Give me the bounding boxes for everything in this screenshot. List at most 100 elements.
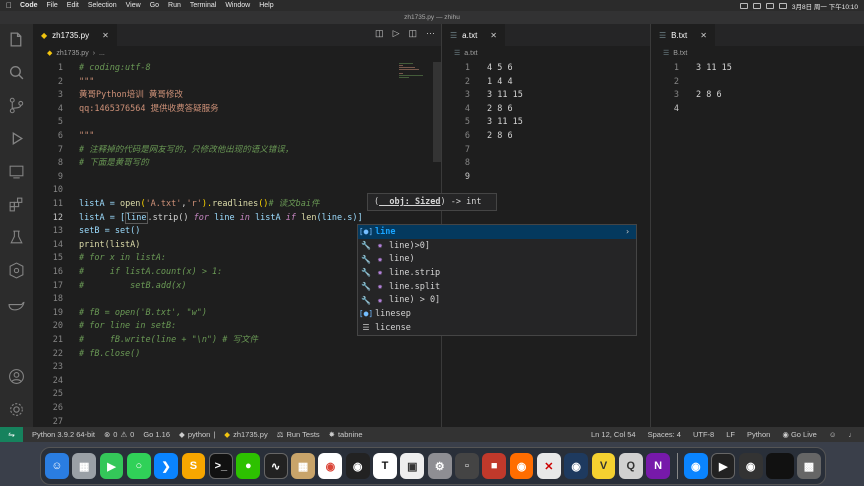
trash-icon[interactable]: ▩ [797, 453, 821, 479]
breadcrumb-file[interactable]: a.txt [464, 50, 477, 57]
video-player-icon[interactable]: ▶ [711, 453, 736, 479]
chrome-icon[interactable]: ◉ [318, 453, 343, 479]
explorer-icon[interactable] [8, 31, 25, 48]
suggestion-item[interactable]: 🔧 ✸ line)>0] [358, 239, 636, 253]
clock[interactable]: 3月8日 周一 下午10:10 [792, 1, 858, 11]
go-version[interactable]: Go 1.16 [143, 430, 170, 439]
vertical-scrollbar[interactable] [433, 62, 441, 162]
encoding[interactable]: UTF-8 [693, 430, 714, 439]
suggest-widget: [●] line › 🔧 ✸ line)>0] 🔧 ✸ line) 🔧 ✸ li… [357, 224, 637, 336]
safari-icon[interactable]: ◉ [683, 453, 708, 479]
suggestion-item[interactable]: [●] linesep [358, 307, 636, 321]
tab-zh1735-py[interactable]: ◆ zh1735.py ✕ [33, 24, 117, 46]
vscode-icon[interactable]: ❯ [154, 453, 179, 479]
onenote-icon[interactable]: N [646, 453, 671, 479]
dictionary-icon[interactable]: ■ [482, 453, 507, 479]
breadcrumb-symbol[interactable]: ... [99, 50, 105, 57]
preview-icon[interactable]: ▣ [400, 453, 425, 479]
extensions-icon[interactable] [8, 196, 25, 213]
suggestion-item[interactable]: 🔧 ✸ line.split [358, 280, 636, 294]
kubernetes-icon[interactable] [8, 262, 25, 279]
split-editor-icon[interactable]: ◫ [408, 28, 417, 39]
terminal-icon[interactable]: >_ [208, 453, 233, 479]
indentation[interactable]: Spaces: 4 [648, 430, 681, 439]
activity-monitor-icon[interactable]: ∿ [263, 453, 288, 479]
menu-run[interactable]: Run [168, 2, 181, 9]
suggestion-item[interactable]: 🔧 ✸ line.strip [358, 266, 636, 280]
run-debug-icon[interactable] [8, 130, 25, 147]
suggestion-item[interactable]: [●] line › [358, 225, 636, 239]
battery-icon[interactable] [778, 2, 787, 9]
crossover-icon[interactable]: ✕ [536, 453, 561, 479]
finder-icon[interactable]: ☺ [45, 453, 69, 479]
account-status-icon[interactable]: ☺ [829, 430, 837, 439]
suggestion-item[interactable]: 🔧 ✸ line) > 0] [358, 293, 636, 307]
qq-icon[interactable]: ◉ [345, 453, 370, 479]
network-radar-icon[interactable]: ◉ [564, 453, 589, 479]
menu-code[interactable]: Code [20, 2, 38, 9]
account-icon[interactable] [8, 368, 25, 385]
messages-icon[interactable]: ○ [126, 453, 151, 479]
app-icon[interactable]: ▫ [455, 453, 479, 479]
close-icon[interactable]: ✕ [700, 31, 707, 40]
firefox-icon[interactable]: ◉ [509, 453, 534, 479]
menu-selection[interactable]: Selection [88, 2, 117, 9]
remote-indicator-icon[interactable]: ⇋ [0, 427, 23, 442]
cursor-position[interactable]: Ln 12, Col 54 [591, 430, 636, 439]
menu-go[interactable]: Go [150, 2, 159, 9]
source-control-icon[interactable] [8, 97, 25, 114]
close-icon[interactable]: ✕ [102, 31, 109, 40]
system-preferences-icon[interactable]: ⚙ [427, 453, 452, 479]
menu-window[interactable]: Window [225, 2, 250, 9]
python-language-status[interactable]: ◆ python | [179, 430, 215, 439]
menu-terminal[interactable]: Terminal [190, 2, 216, 9]
editor-toolbar: ◫ ▷ ◫ ⋯ [375, 28, 435, 39]
vip-icon[interactable]: V [591, 453, 616, 479]
sublime-icon[interactable]: S [181, 453, 206, 479]
chevron-right-icon[interactable]: › [625, 227, 630, 236]
compare-icon[interactable]: ◫ [375, 28, 384, 39]
minimized-window-icon[interactable] [766, 453, 794, 479]
archive-utility-icon[interactable]: ▦ [291, 453, 315, 479]
tabnine-status[interactable]: ✸ tabnine [329, 430, 363, 439]
tab-a-txt[interactable]: ☰ a.txt ✕ [442, 24, 505, 46]
wifi-icon[interactable] [765, 2, 774, 9]
suggestion-item[interactable]: 🔧 ✸ line) [358, 252, 636, 266]
more-actions-icon[interactable]: ⋯ [426, 28, 435, 39]
line-number: 22 [52, 348, 63, 359]
suggestion-item[interactable]: ☰ license [358, 321, 636, 335]
apple-icon[interactable]:  [6, 1, 12, 10]
testing-icon[interactable] [8, 229, 25, 246]
go-live[interactable]: ◉ Go Live [782, 430, 817, 439]
menu-edit[interactable]: Edit [67, 2, 79, 9]
docker-icon[interactable] [8, 295, 25, 312]
wechat-icon[interactable]: ● [236, 453, 261, 479]
notifications-bell-icon[interactable]: ♩ [849, 430, 857, 439]
breadcrumb-file[interactable]: zh1735.py [56, 50, 88, 57]
code-token: # 读文bai件 [268, 199, 320, 209]
run-tests[interactable]: ⚖ Run Tests [277, 430, 320, 439]
close-icon[interactable]: ✕ [490, 31, 497, 40]
obs-icon[interactable]: ◉ [738, 453, 763, 479]
menu-view[interactable]: View [126, 2, 141, 9]
status-tray-icon[interactable] [752, 2, 761, 9]
file-status[interactable]: ◆ zh1735.py [224, 430, 267, 439]
menu-help[interactable]: Help [259, 2, 273, 9]
run-file-icon[interactable]: ▷ [393, 28, 400, 39]
quicktime-icon[interactable]: Q [618, 453, 643, 479]
status-tray-icon[interactable] [739, 2, 748, 9]
tab-b-txt[interactable]: ☰ B.txt ✕ [651, 24, 715, 46]
facetime-icon[interactable]: ▶ [99, 453, 124, 479]
problems-indicator[interactable]: ⊗ 0 ⚠ 0 [104, 430, 134, 439]
code-line: # fB = open('B.txt', "w") [79, 307, 207, 318]
remote-explorer-icon[interactable] [8, 163, 25, 180]
search-icon[interactable] [8, 64, 25, 81]
python-interpreter[interactable]: Python 3.9.2 64-bit [32, 430, 95, 439]
language-mode[interactable]: Python [747, 430, 770, 439]
menu-file[interactable]: File [47, 2, 58, 9]
end-of-line[interactable]: LF [726, 430, 735, 439]
breadcrumb-file[interactable]: B.txt [673, 50, 687, 57]
typora-icon[interactable]: T [373, 453, 397, 479]
launchpad-icon[interactable]: ▦ [72, 453, 97, 479]
settings-gear-icon[interactable] [8, 401, 25, 418]
